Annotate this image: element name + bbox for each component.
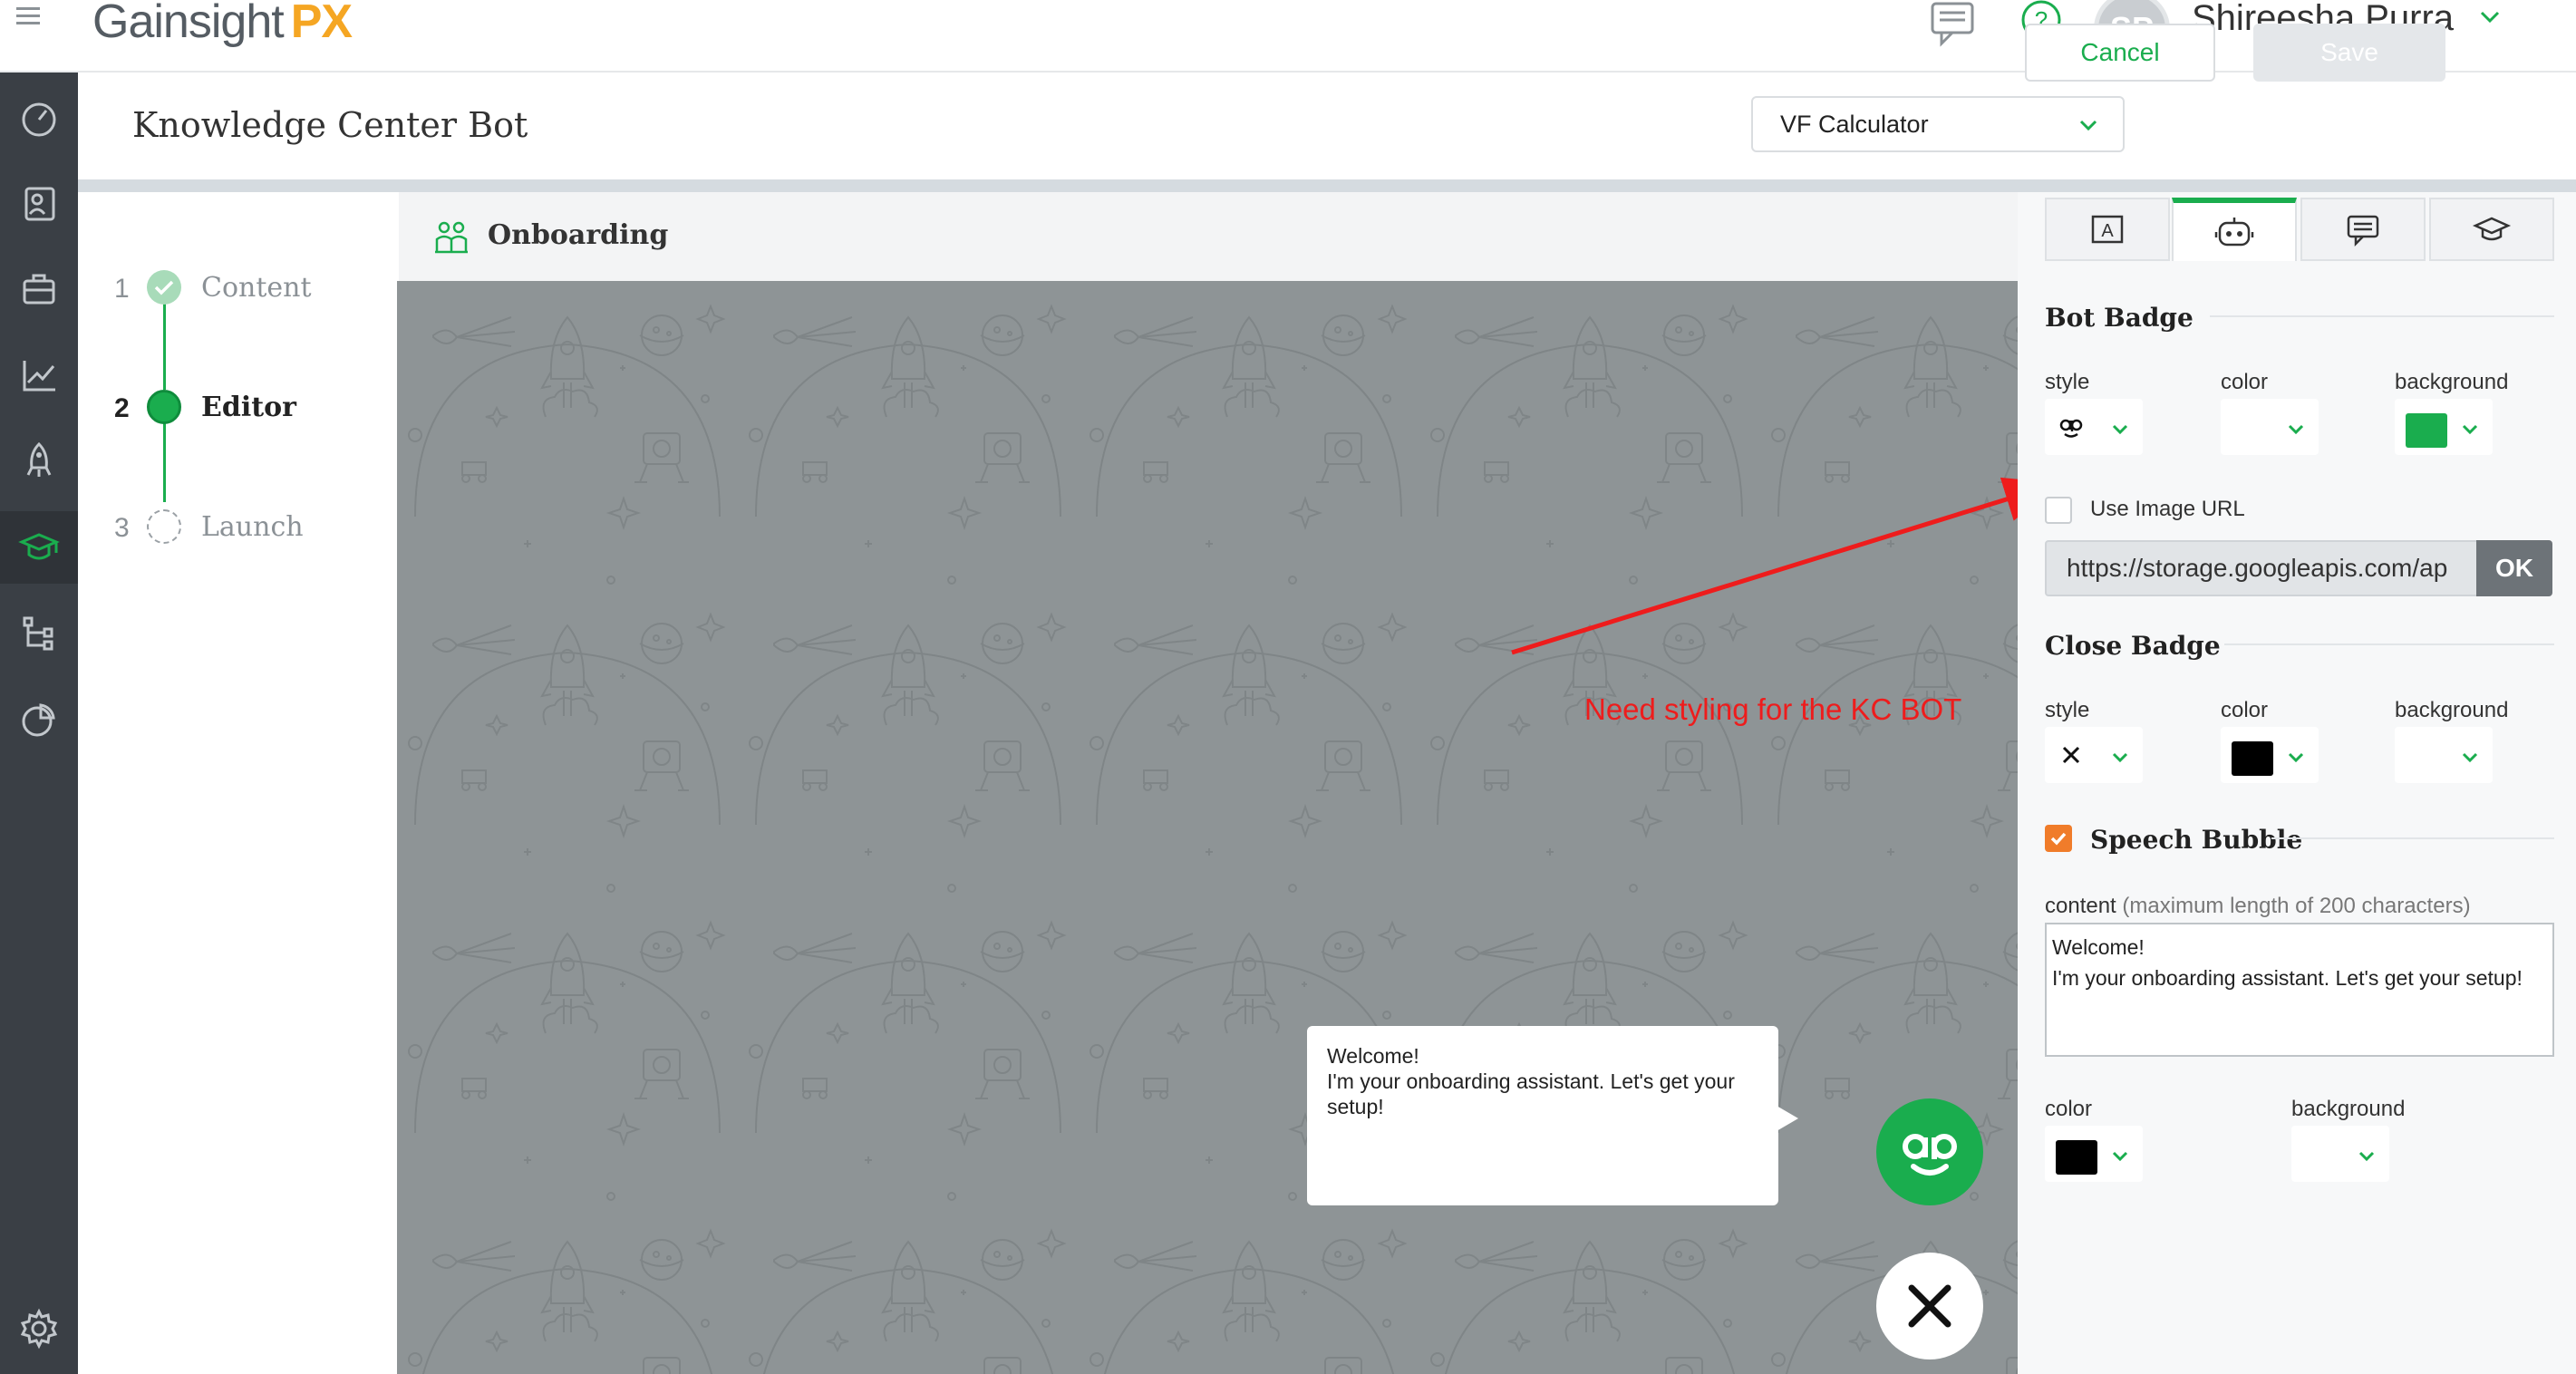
image-url-input[interactable] (2047, 542, 2527, 595)
speech-bubble-checkbox[interactable] (2045, 825, 2072, 852)
section-divider (2210, 315, 2554, 317)
check-icon (2050, 832, 2067, 846)
close-style-label: style (2045, 698, 2090, 722)
chevron-down-icon (2462, 752, 2478, 763)
bubble-text: Welcome! (1327, 1044, 1419, 1068)
bot-background-label: background (2395, 370, 2509, 394)
bot-color-label: color (2221, 370, 2269, 394)
content-text: I'm your onboarding assistant. Let's get… (2052, 966, 2523, 990)
close-style-select[interactable] (2045, 727, 2143, 783)
bot-badge[interactable] (1876, 1098, 1983, 1205)
use-image-url-label: Use Image URL (2090, 497, 2245, 521)
settings-panel: A Bot Badge style color background Use I… (2018, 192, 2576, 1374)
chevron-down-icon (2112, 752, 2128, 763)
close-icon (1908, 1284, 1951, 1328)
bubble-color-label: color (2045, 1097, 2093, 1121)
graduation-cap-icon (2472, 217, 2512, 241)
chevron-down-icon (2288, 752, 2304, 763)
bubble-text: setup! (1327, 1095, 1384, 1118)
tab-messages[interactable] (2300, 198, 2426, 261)
tab-bot[interactable] (2172, 198, 2297, 261)
chevron-down-icon (2288, 424, 2304, 435)
close-badge-heading: Close Badge (2045, 631, 2221, 661)
close-background-label: background (2395, 698, 2509, 722)
bot-color-select[interactable] (2221, 399, 2319, 455)
bot-badge-heading: Bot Badge (2045, 303, 2193, 333)
use-image-url-checkbox[interactable] (2045, 497, 2072, 524)
tab-text-style[interactable]: A (2045, 198, 2170, 261)
svg-text:A: A (2101, 221, 2114, 241)
content-text: Welcome! (2052, 935, 2145, 959)
bubble-background-select[interactable] (2291, 1126, 2389, 1182)
speech-bubble-heading: Speech Bubble (2090, 825, 2303, 855)
bubble-color-select[interactable] (2045, 1126, 2143, 1182)
speech-bubble-preview: Welcome! I'm your onboarding assistant. … (1307, 1026, 1798, 1205)
content-label: content (maximum length of 200 character… (2045, 894, 2471, 919)
bot-style-select[interactable] (2045, 399, 2143, 455)
chat-icon (2347, 215, 2379, 247)
close-color-label: color (2221, 698, 2269, 722)
bot-style-label: style (2045, 370, 2090, 394)
robot-icon (2214, 218, 2254, 247)
close-background-select[interactable] (2395, 727, 2493, 783)
section-divider (2271, 837, 2554, 839)
content-label-text: content (2045, 894, 2116, 918)
chevron-down-icon (2112, 1151, 2128, 1162)
close-badge[interactable] (1876, 1253, 1983, 1359)
color-swatch (2232, 741, 2273, 776)
content-hint: (maximum length of 200 characters) (2122, 894, 2471, 918)
bubble-text: I'm your onboarding assistant. Let's get… (1327, 1069, 1735, 1093)
bubble-background-label: background (2291, 1097, 2406, 1121)
image-url-field[interactable] (2045, 540, 2529, 596)
panel-tabs: A (2045, 198, 2554, 261)
close-color-select[interactable] (2221, 727, 2319, 783)
close-icon (2062, 746, 2080, 764)
color-swatch (2056, 1140, 2097, 1175)
image-url-ok-button[interactable]: OK (2476, 540, 2552, 596)
bot-background-select[interactable] (2395, 399, 2493, 455)
ap-logo-icon (2059, 419, 2083, 438)
content-textarea[interactable]: Welcome! I'm your onboarding assistant. … (2045, 923, 2554, 1057)
color-swatch (2406, 413, 2447, 448)
chevron-down-icon (2462, 424, 2478, 435)
tab-knowledge[interactable] (2429, 198, 2554, 261)
text-frame-icon: A (2091, 215, 2124, 244)
chevron-down-icon (2358, 1151, 2375, 1162)
chevron-down-icon (2112, 424, 2128, 435)
ap-logo-icon (1903, 1134, 1957, 1176)
annotation-note: Need styling for the KC BOT (1584, 692, 1962, 726)
section-divider (2224, 643, 2554, 645)
